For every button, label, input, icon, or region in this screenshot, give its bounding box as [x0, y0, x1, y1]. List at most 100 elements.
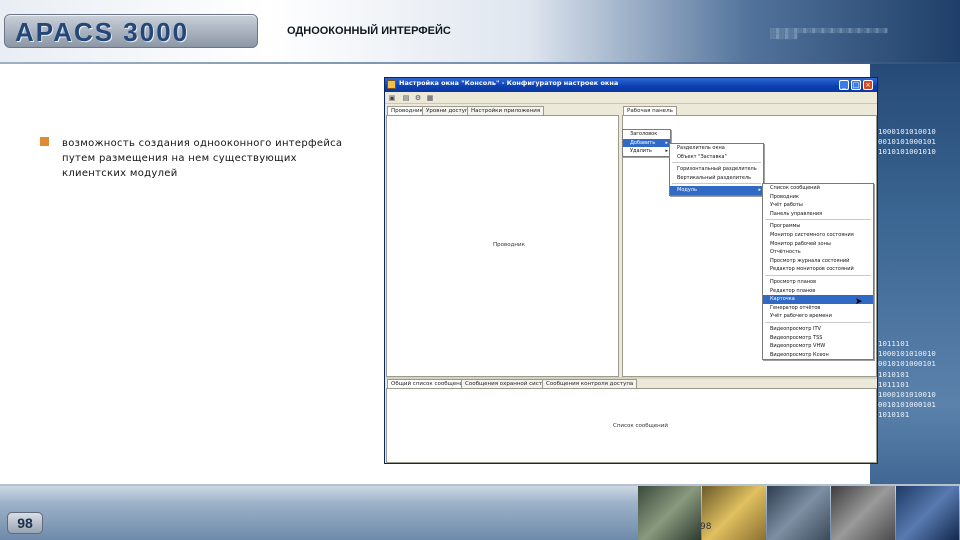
server-photo [831, 486, 895, 540]
module-submenu-item[interactable]: Видеопросмотр Ксеон [763, 351, 873, 360]
add-submenu: Разделитель окна Объект "Заставка" Горизон… [669, 143, 764, 196]
module-submenu-item[interactable]: Список сообщений [763, 184, 873, 193]
module-submenu-item-label: Генератор отчётов [770, 304, 821, 311]
slide-title: ОДНООКОННЫЙ ИНТЕРФЕЙС [287, 25, 451, 37]
binary-line: 1000101010010 [878, 127, 936, 136]
add-submenu-item[interactable]: Объект "Заставка" [670, 153, 763, 162]
logo: APACS 3000 [4, 14, 258, 48]
messages-pane-label: Список сообщений [613, 423, 668, 429]
app-toolbar: ▣ ▤ ⚙ ▦ [385, 92, 877, 104]
binary-line: 0010101000101 [878, 137, 936, 147]
mouse-cursor-icon: ➤ [855, 297, 863, 307]
module-submenu-item-label: Программы [770, 223, 801, 230]
module-submenu-item-label: Проводник [770, 193, 799, 200]
add-submenu-item[interactable]: Горизонтальный разделитель [670, 165, 763, 174]
module-submenu-item[interactable]: Проводник [763, 193, 873, 202]
app-title: Настройка окна "Консоль" - Конфигуратор … [399, 79, 619, 87]
module-submenu-item-label: Отчётность [770, 249, 801, 256]
module-submenu-item-label: Учёт работы [770, 202, 803, 209]
grid-icon[interactable]: ▦ [426, 94, 434, 102]
submenu-arrow-icon: ▸ [665, 148, 668, 155]
binary-line: 1010101 [878, 369, 910, 379]
submenu-arrow-icon: ▸ [665, 139, 668, 146]
module-submenu-item-label: Видеопросмотр ITV [770, 325, 821, 332]
module-submenu-item-label: Монитор системного состояния [770, 231, 854, 238]
submenu-arrow-icon: ▸ [758, 187, 761, 194]
module-submenu-item[interactable]: Учёт рабочего времени [763, 312, 873, 321]
bullet-text: возможность создания однооконного интерф… [62, 138, 343, 179]
module-submenu-item-label: Просмотр журнала состояний [770, 257, 850, 264]
tab-app-settings[interactable]: Настройки приложения [467, 106, 545, 115]
space-photo [895, 486, 960, 540]
module-submenu-item[interactable]: Программы [763, 222, 873, 231]
add-submenu-item-label: Вертикальный разделитель [677, 174, 752, 181]
context-menu-item-label: Добавить [630, 139, 656, 146]
module-submenu-item-label: Редактор мониторов состояний [770, 266, 854, 273]
slide: APACS 3000 ОДНООКОННЫЙ ИНТЕРФЕЙС ░░▒░░▒░… [0, 0, 960, 540]
module-submenu-item[interactable]: Редактор планов [763, 287, 873, 296]
page-number-badge: 98 [7, 512, 43, 534]
module-submenu-item-label: Монитор рабочей зоны [770, 240, 831, 247]
gold-photo [702, 486, 766, 540]
module-submenu-item[interactable]: Панель управления [763, 210, 873, 219]
options-icon[interactable]: ⚙ [414, 94, 422, 102]
maximize-button[interactable]: □ [851, 80, 861, 90]
explorer-pane: Проводник [386, 115, 619, 377]
window-icon[interactable]: ▣ [388, 94, 396, 102]
module-submenu: Список сообщений Проводник Учёт работы Пане… [762, 183, 874, 361]
module-submenu-item-label: Редактор планов [770, 287, 816, 294]
messages-pane: Список сообщений [386, 388, 877, 463]
module-submenu-item[interactable]: Монитор рабочей зоны [763, 240, 873, 249]
context-menu-item-label: Удалить [630, 148, 652, 155]
module-submenu-item[interactable]: Просмотр планов [763, 278, 873, 287]
context-menu-item-label: Заголовок [630, 131, 658, 137]
binary-line: 1010101 [878, 410, 910, 420]
context-menu-item[interactable]: Заголовок [623, 130, 670, 139]
minimize-button[interactable]: _ [839, 80, 849, 90]
add-submenu-item-label: Горизонтальный разделитель [677, 166, 757, 173]
add-submenu-item[interactable]: Разделитель окна [670, 144, 763, 153]
add-submenu-item-label: Модуль [677, 187, 697, 194]
binary-line: 1011101 [878, 379, 910, 389]
add-submenu-item[interactable]: Вертикальный разделитель [670, 174, 763, 183]
binary-line: 1000101010010 [878, 390, 936, 400]
context-menu-item[interactable]: Добавить ▸ [623, 138, 670, 148]
save-icon[interactable]: ▤ [402, 94, 410, 102]
photo-strip [638, 486, 960, 540]
binary-column-bottom: 1011101 1000101010010 0010101000101 1010101… [878, 339, 960, 421]
binary-line: 1000101010010 [878, 349, 936, 359]
module-submenu-item-label: Просмотр планов [770, 278, 817, 285]
binary-line: 1011101 [878, 339, 910, 348]
context-menu-item[interactable]: Удалить ▸ [623, 147, 670, 156]
module-submenu-item-label: Учёт рабочего времени [770, 313, 832, 320]
tab-access-messages[interactable]: Сообщения контроля доступа [542, 379, 638, 388]
module-submenu-item[interactable]: Видеопросмотр ITV [763, 325, 873, 334]
binary-column-top: 1000101010010 0010101000101 1010101001010 [878, 127, 960, 158]
app-titlebar[interactable]: Настройка окна "Консоль" - Конфигуратор … [385, 78, 877, 92]
module-submenu-item-label: Панель управления [770, 210, 823, 217]
module-submenu-item-label: Карточка [770, 296, 795, 303]
module-submenu-item-label: Видеопросмотр TSS [770, 334, 823, 341]
tab-explorer[interactable]: Проводник [387, 106, 427, 115]
page-number-ghost: 98 [700, 522, 712, 532]
module-submenu-item-label: Список сообщений [770, 185, 820, 191]
tab-work-panel[interactable]: Рабочая панель [623, 106, 677, 115]
tab-all-messages[interactable]: Общий список сообщений [387, 379, 471, 388]
code-texture: ░░▒░░▒░░▒░░▒░░▒░░▒░░▒░░▒░░▒░░▒░░▒░░▒░░▒░… [770, 28, 888, 40]
binary-line: 0010101000101 [878, 400, 936, 410]
module-submenu-item[interactable]: Видеопросмотр TSS [763, 334, 873, 343]
module-submenu-item[interactable]: Просмотр журнала состояний [763, 257, 873, 266]
close-button[interactable]: × [863, 80, 873, 90]
add-submenu-item-label: Разделитель окна [677, 145, 725, 151]
module-submenu-item[interactable]: Монитор системного состояния [763, 231, 873, 240]
add-submenu-item[interactable]: Модуль ▸ [670, 186, 763, 195]
circuit-board-photo [638, 486, 702, 540]
module-submenu-item[interactable]: Редактор мониторов состояний [763, 265, 873, 274]
monitors-photo [766, 486, 831, 540]
module-submenu-item[interactable]: Учёт работы [763, 201, 873, 210]
module-submenu-item[interactable]: Видеопросмотр VHW [763, 342, 873, 351]
module-submenu-item-label: Видеопросмотр VHW [770, 343, 826, 350]
module-submenu-item[interactable]: Отчётность [763, 248, 873, 257]
logo-text: APACS 3000 [15, 17, 190, 47]
bullet-marker [40, 137, 49, 146]
